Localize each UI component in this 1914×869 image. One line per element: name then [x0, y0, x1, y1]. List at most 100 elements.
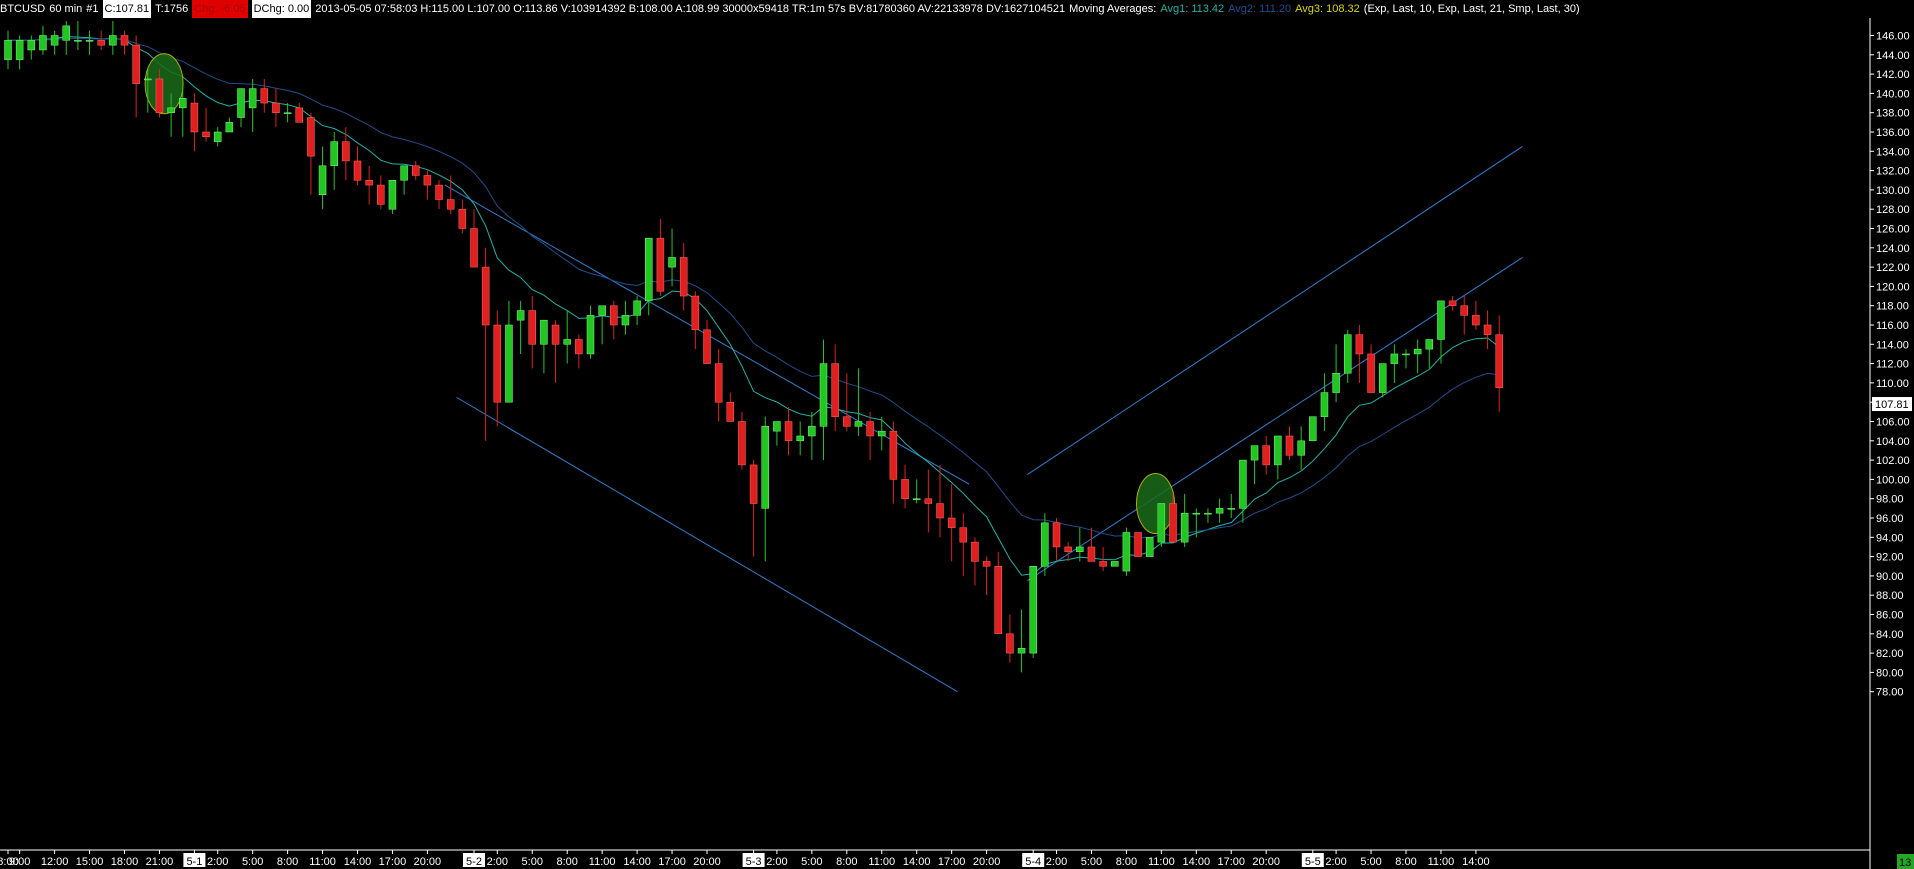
candle-body — [1017, 648, 1026, 654]
candle-body — [971, 541, 979, 562]
candle-up — [1378, 363, 1387, 398]
candle-down — [493, 310, 502, 427]
time-tick-label: 15:00 — [76, 856, 104, 868]
candle-down — [691, 291, 700, 350]
candle-body — [1239, 459, 1247, 509]
price-tick-label: 130.00 — [1876, 185, 1910, 197]
candle-body — [1355, 334, 1364, 355]
price-tick-label: 114.00 — [1876, 339, 1909, 351]
candle-body — [1483, 324, 1492, 335]
candle-body — [190, 102, 199, 133]
candle-body — [1227, 508, 1235, 510]
candle-body — [1157, 503, 1166, 543]
candle-body — [155, 78, 164, 113]
candle-body — [295, 107, 303, 123]
highlight-ellipse-left — [144, 53, 184, 115]
candle-up — [563, 310, 571, 364]
price-chart[interactable]: 78.00 80.00 82.00 84.00 86.00 88.00 90.00 92.00… — [0, 0, 1914, 869]
candle-down — [959, 513, 968, 576]
candle-body — [924, 498, 933, 504]
candle-up — [1041, 513, 1049, 576]
candle-body — [1297, 440, 1305, 456]
candle-body — [854, 421, 863, 427]
price-tick-label: 86.00 — [1876, 610, 1904, 622]
price-tick-label: 122.00 — [1876, 262, 1910, 274]
candle-body — [435, 184, 443, 200]
candle-body — [458, 208, 467, 229]
candle-up — [400, 165, 408, 195]
candle-down — [924, 469, 933, 533]
candle-down — [295, 103, 303, 123]
candle-up — [1215, 498, 1224, 523]
time-tick-label: 17:00 — [938, 856, 966, 868]
candle-body — [97, 40, 105, 46]
candle-up — [1344, 329, 1352, 383]
candle-down — [1355, 325, 1364, 383]
trendlines-layer — [444, 146, 1523, 693]
candle-body — [982, 561, 991, 567]
uptrend-upper-line — [1027, 146, 1523, 475]
candle-body — [62, 25, 70, 41]
candle-body — [1029, 566, 1037, 654]
candle-body — [4, 40, 12, 60]
candle-body — [808, 426, 816, 437]
candle-down — [714, 349, 723, 422]
candle-body — [1274, 435, 1282, 466]
candle-body — [796, 435, 804, 442]
candle-body — [1122, 532, 1131, 572]
candle-body — [423, 175, 432, 186]
candle-down — [994, 551, 1002, 635]
candle-body — [784, 421, 793, 442]
candle-body — [994, 566, 1002, 635]
candle-body — [1204, 512, 1212, 515]
candle-up — [668, 228, 676, 287]
candle-up — [598, 305, 606, 345]
price-tick-label: 94.00 — [1876, 532, 1904, 544]
price-tick-label: 102.00 — [1876, 455, 1910, 467]
candle-body — [120, 35, 129, 46]
candle-up — [761, 416, 769, 562]
candle-up — [1250, 445, 1259, 485]
candle-body — [132, 44, 140, 84]
candle-up — [819, 339, 828, 461]
price-tick-label: 146.00 — [1876, 31, 1910, 43]
time-tick-label: 11:00 — [868, 856, 895, 868]
candle-up — [1192, 508, 1201, 538]
candle-body — [144, 78, 152, 81]
candle-body — [679, 257, 688, 297]
candle-body — [878, 430, 886, 437]
candle-up — [1274, 435, 1282, 480]
candle-down — [831, 344, 839, 432]
candle-down — [575, 334, 583, 369]
candle-up — [27, 35, 36, 60]
candle-down — [446, 175, 455, 215]
candle-body — [1309, 416, 1317, 442]
candle-up — [621, 300, 630, 335]
downtrend-lower-line — [456, 396, 958, 693]
candle-body — [1076, 546, 1084, 553]
candle-body — [1332, 373, 1340, 393]
time-tick-label: 14:00 — [344, 856, 372, 868]
candle-body — [1402, 353, 1410, 356]
candle-body — [493, 324, 502, 403]
candle-body — [1320, 392, 1329, 417]
candle-body — [575, 339, 583, 355]
price-tick-label: 138.00 — [1876, 108, 1910, 120]
candle-down — [656, 218, 665, 297]
candle-down — [353, 146, 362, 186]
price-tick-label: 142.00 — [1876, 69, 1910, 81]
candle-up — [1180, 493, 1189, 547]
candle-up — [1204, 508, 1212, 523]
candle-body — [15, 40, 24, 60]
candle-body — [1378, 363, 1387, 393]
candle-down — [272, 88, 280, 128]
candle-down — [307, 112, 315, 195]
candle-body — [1111, 561, 1119, 567]
price-tick-label: 118.00 — [1876, 301, 1909, 313]
candle-body — [691, 295, 700, 331]
candle-down — [1448, 296, 1457, 311]
candle-body — [563, 339, 571, 345]
candle-up — [39, 25, 47, 55]
time-tick-label: 8:00 — [1116, 856, 1137, 868]
candle-up — [225, 117, 234, 133]
